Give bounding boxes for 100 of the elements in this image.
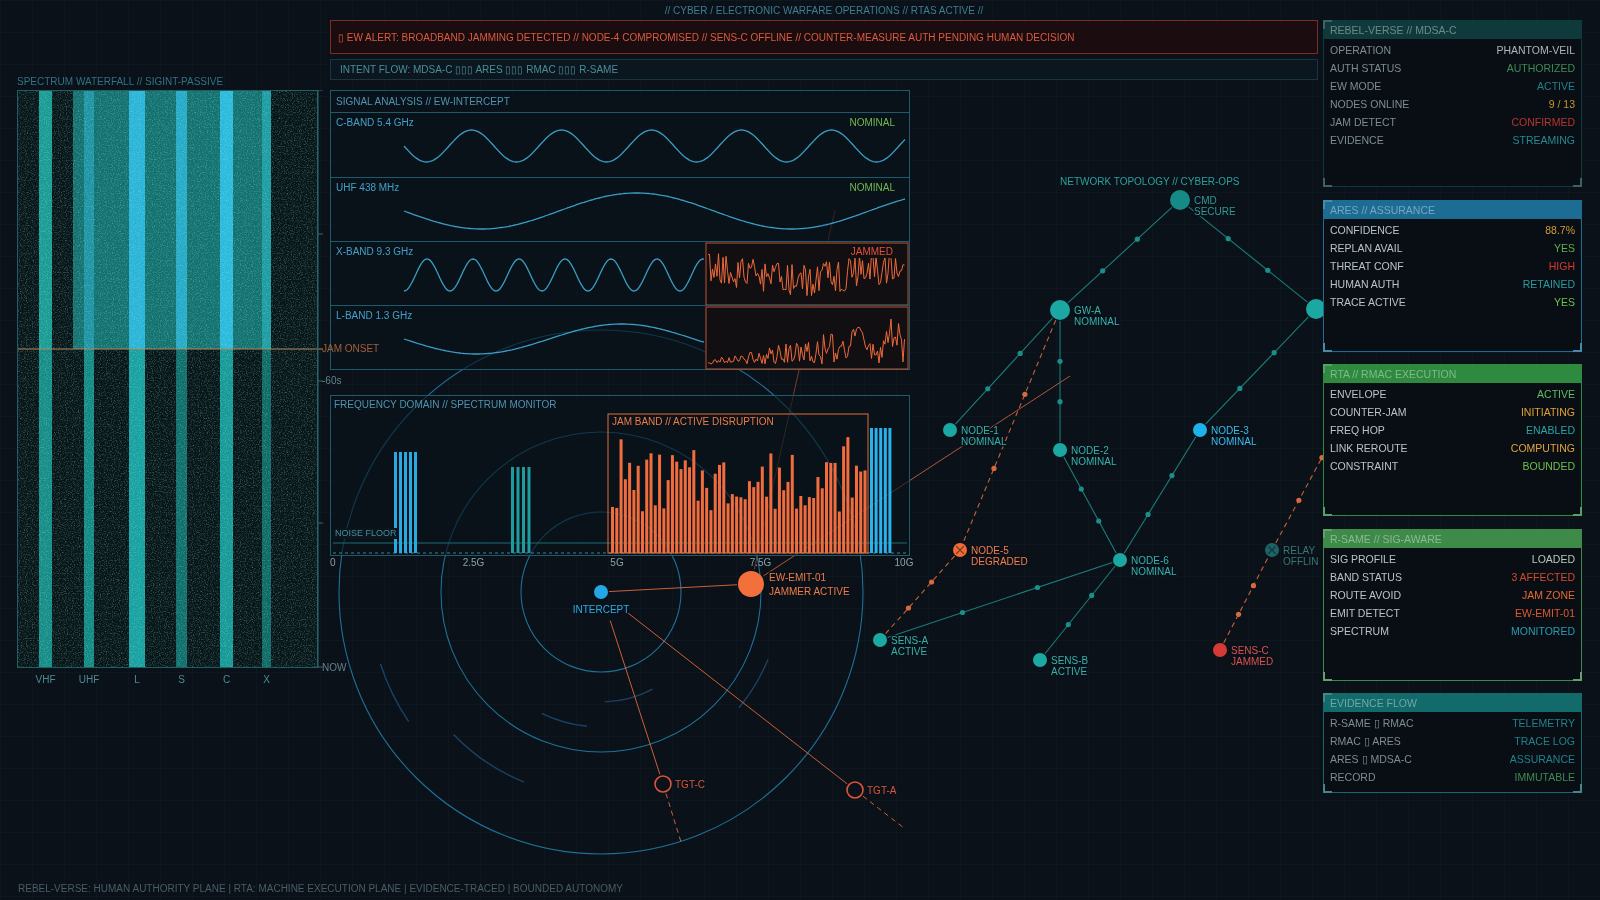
row-label: RMAC ▯ ARES [1330,734,1401,749]
panel-header: RTA // RMAC EXECUTION [1324,365,1581,383]
node-name: SENS-B [1051,654,1089,666]
row-value: 3 AFFECTED [1511,569,1575,585]
row-label: CONFIDENCE [1330,222,1400,238]
band-label: X [263,673,270,687]
row-value: IMMUTABLE [1514,770,1575,785]
footer-text: REBEL-VERSE: HUMAN AUTHORITY PLANE | RTA: MACHINE EXECUTION PLANE | EVIDENCE-TRACED | BOUNDED AUTONOMY [18,883,623,894]
diagram-title: NETWORK TOPOLOGY // CYBER-OPS [1060,176,1240,187]
row-label: ENVELOPE [1330,387,1387,402]
row-value: PHANTOM-VEIL [1496,43,1575,58]
row-value: BOUNDED [1522,459,1575,474]
row-value: ENABLED [1525,423,1575,438]
node-name: CMD [1194,194,1217,206]
axis-tick-label: 5G [610,557,624,569]
row-label: R-SAME ▯ RMAC [1330,716,1414,731]
row-value: TELEMETRY [1512,716,1575,731]
row-label: LINK REROUTE [1330,441,1408,456]
flow-banner: INTENT FLOW: MDSA-C ▯▯▯ ARES ▯▯▯ RMAC ▯▯▯ R-SAME [330,59,1318,80]
row-value: MONITORED [1511,623,1575,639]
radar-contact [846,781,864,799]
panel-header: EVIDENCE FLOW [1324,694,1581,712]
signal-label: X-BAND 9.3 GHz [336,246,414,258]
corner-bracket [1573,784,1582,793]
time-label: JAM ONSET [322,343,380,355]
row-label: NODES ONLINE [1330,97,1410,112]
time-label: -60s [322,375,342,387]
dashboard-title: // CYBER / ELECTRONIC WARFARE OPERATIONS // RTAS ACTIVE // [664,4,984,16]
signal-label: L-BAND 1.3 GHz [336,310,413,322]
row-value: ASSURANCE [1509,752,1575,767]
radar-contact [738,571,764,597]
row-label: EMIT DETECT [1330,605,1400,621]
row-label: EVIDENCE [1330,133,1384,148]
time-label: NOW [322,662,347,674]
row-value: HIGH [1548,258,1575,274]
corner-bracket [1323,693,1332,702]
corner-bracket [1323,20,1332,29]
row-value: YES [1554,240,1575,256]
row-value: STREAMING [1512,133,1575,148]
corner-bracket [1573,507,1582,516]
row-value: YES [1554,294,1575,310]
corner-bracket [1323,671,1332,681]
contact-label: TGT-C [675,779,705,790]
corner-bracket [1573,178,1582,187]
band-label: VHF [35,673,56,687]
axis-tick-label: 0 [330,557,336,569]
row-label: SIG PROFILE [1330,551,1396,567]
row-label: ARES ▯ MDSA-C [1330,752,1412,767]
row-label: ROUTE AVOID [1330,587,1401,603]
alert-banner: ▯ EW ALERT: BROADBAND JAMMING DETECTED // NODE-4 COMPROMISED // SENS-C OFFLINE // COUNTER-MEASURE AUTH PENDING HUMAN DECISION [330,20,1318,54]
contact-label: EW-EMIT-01 [769,572,827,583]
row-value: RETAINED [1522,276,1575,292]
signal-label: UHF 438 MHz [336,182,400,194]
row-label: THREAT CONF [1330,258,1404,274]
panel-title: SIGNAL ANALYSIS // EW-INTERCEPT [331,91,909,113]
row-value: 88.7% [1545,222,1575,238]
row-value: COMPUTING [1510,441,1575,456]
row-label: RECORD [1330,770,1376,785]
panel-header: REBEL-VERSE // MDSA-C [1324,21,1581,39]
signal-status: NOMINAL [849,117,895,129]
row-value: INITIATING [1520,405,1575,420]
signal-label: C-BAND 5.4 GHz [336,117,414,129]
panel-title: SPECTRUM WATERFALL // SIGINT-PASSIVE [17,76,224,87]
contact-status: JAMMER ACTIVE [769,586,850,597]
row-value: AUTHORIZED [1506,61,1575,76]
corner-bracket [1573,671,1582,681]
row-value: TRACE LOG [1514,734,1575,749]
row-label: EW MODE [1330,79,1382,94]
signal-status: NOMINAL [849,182,895,194]
axis-tick-label: 7.5G [749,557,772,569]
row-value: ACTIVE [1537,387,1575,402]
contact-label: INTERCEPT [572,604,630,615]
row-value: ACTIVE [1537,79,1575,94]
row-label: COUNTER-JAM [1330,405,1407,420]
band-label: UHF [78,673,100,687]
row-label: JAM DETECT [1330,115,1396,130]
contact-label: TGT-A [867,785,897,796]
row-label: HUMAN AUTH [1330,276,1400,292]
signal-status: JAMMED [848,246,895,258]
row-value: EW-EMIT-01 [1515,605,1575,621]
row-value: 9 / 13 [1548,97,1575,112]
panel-header: R-SAME // SIG-AWARE [1324,529,1581,548]
row-label: AUTH STATUS [1330,61,1402,76]
radar-contact [654,775,672,793]
row-label: BAND STATUS [1330,569,1402,585]
node-status: JAMMED [1231,655,1274,667]
row-label: OPERATION [1330,43,1392,58]
row-label: CONSTRAINT [1330,459,1399,474]
radar-contact [594,585,608,599]
corner-bracket [1323,784,1332,793]
panel-header: ARES // ASSURANCE [1324,200,1581,219]
row-value: LOADED [1531,551,1575,567]
node-status: ACTIVE [1051,665,1088,677]
row-value: JAM ZONE [1521,587,1575,603]
band-label: S [178,673,185,687]
row-label: FREQ HOP [1330,423,1385,438]
row-label: REPLAN AVAIL [1330,240,1403,256]
band-label: L [134,673,140,687]
row-label: SPECTRUM [1330,623,1389,639]
corner-bracket [1323,178,1332,187]
